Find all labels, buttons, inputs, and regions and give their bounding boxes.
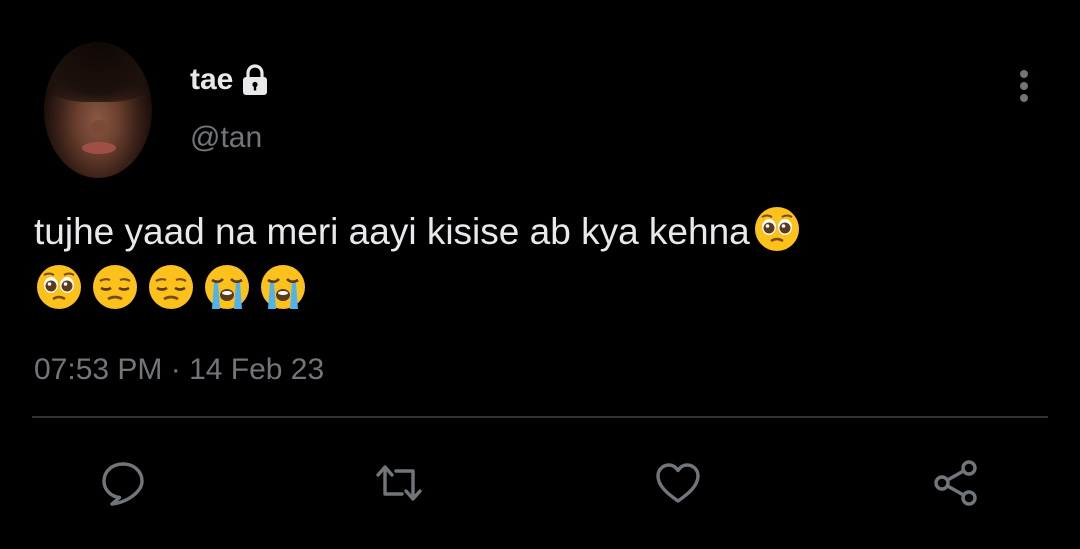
- pensive-face-icon: [146, 262, 196, 312]
- display-name[interactable]: tae: [190, 60, 233, 100]
- pleading-face-icon: [752, 204, 802, 254]
- more-vertical-icon[interactable]: [1008, 66, 1040, 106]
- avatar-lips: [82, 142, 116, 154]
- loudly-crying-face-icon: [258, 262, 308, 312]
- divider: [32, 416, 1048, 418]
- avatar[interactable]: [44, 42, 152, 178]
- loudly-crying-face-icon: [202, 262, 252, 312]
- timestamp[interactable]: 07:53 PM · 14 Feb 23: [34, 350, 324, 390]
- pensive-face-icon: [90, 262, 140, 312]
- tweet-text: tujhe yaad na meri aayi kisise ab kya ke…: [34, 204, 1044, 260]
- tweet-text-content: tujhe yaad na meri aayi kisise ab kya ke…: [34, 211, 750, 252]
- retweet-icon[interactable]: [374, 458, 424, 508]
- display-name-row[interactable]: tae: [190, 60, 269, 100]
- handle[interactable]: @tan: [190, 118, 262, 158]
- emoji-row: [34, 262, 308, 312]
- heart-icon[interactable]: [653, 458, 703, 508]
- reply-icon[interactable]: [98, 458, 148, 508]
- avatar-nose: [91, 120, 107, 134]
- share-icon[interactable]: [931, 458, 981, 508]
- avatar-hair: [44, 42, 152, 102]
- pleading-face-icon: [34, 262, 84, 312]
- lock-icon: [241, 63, 269, 97]
